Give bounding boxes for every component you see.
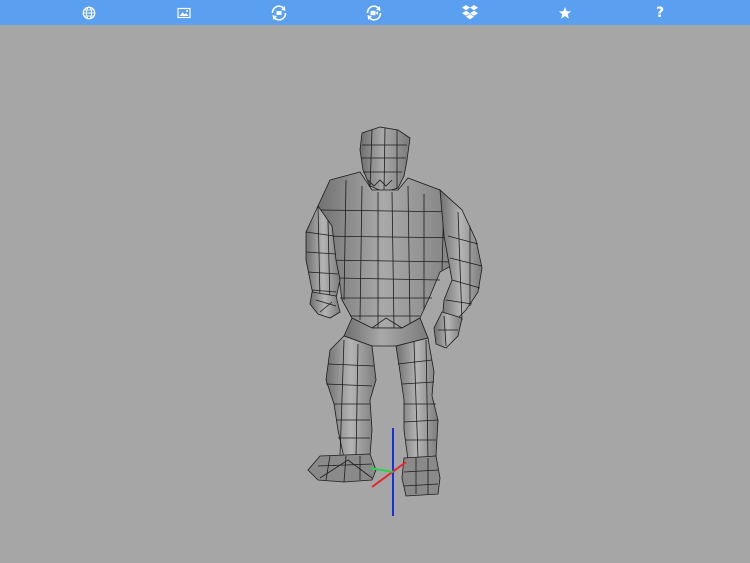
camera-record-icon [366,4,382,21]
rotate-view-icon [271,4,287,21]
globe-button[interactable] [74,0,104,25]
3d-viewport[interactable] [0,25,750,563]
rotate-view-button[interactable] [264,0,294,25]
record-button[interactable] [359,0,389,25]
star-icon [558,6,572,19]
globe-icon [82,6,96,19]
image-button[interactable] [169,0,199,25]
help-icon: ? [655,4,665,21]
help-button[interactable]: ? [645,0,675,25]
top-toolbar: ? [0,0,750,25]
x-axis-line [371,461,407,488]
dropbox-button[interactable] [455,0,485,25]
wireframe-model [305,126,483,516]
image-icon [177,7,191,18]
dropbox-icon [462,5,478,20]
favorite-button[interactable] [550,0,580,25]
